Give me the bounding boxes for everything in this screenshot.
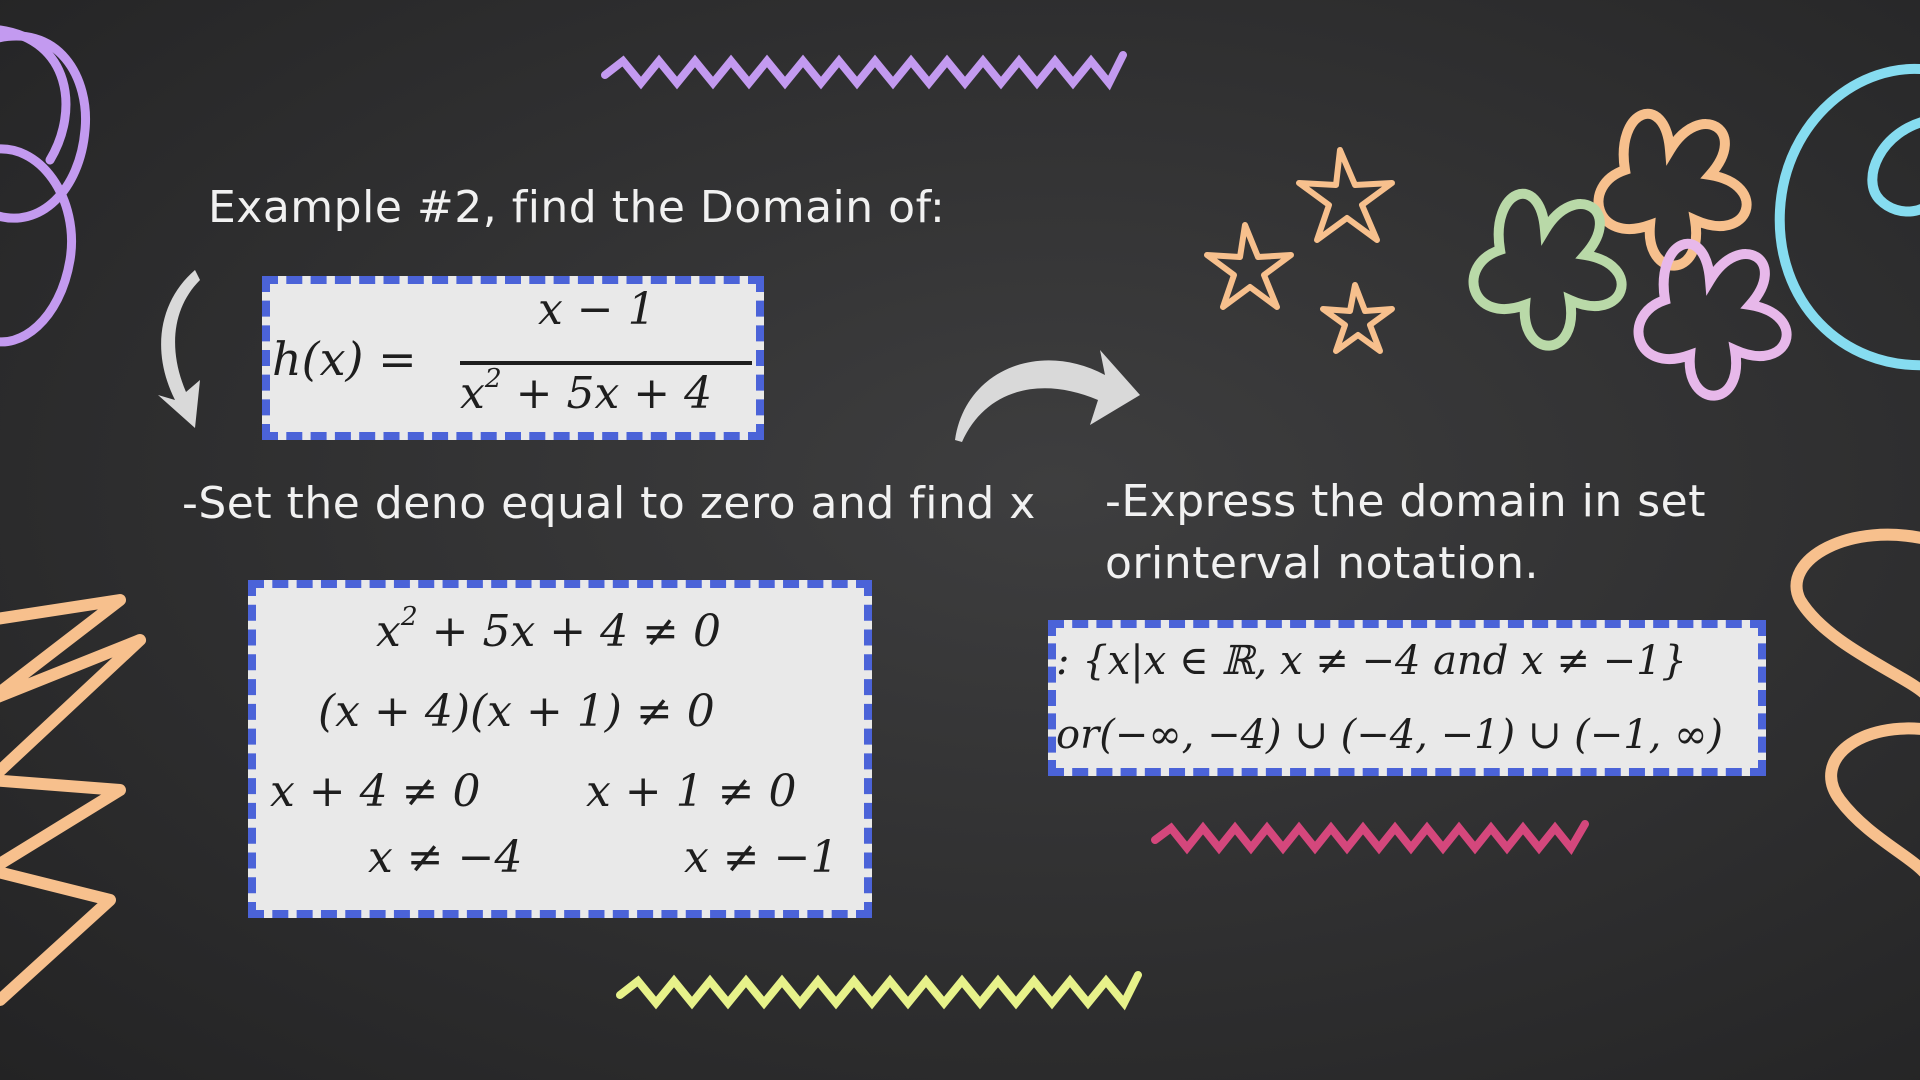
yellow-squiggle (616, 971, 1142, 1011)
fraction-bar (460, 361, 752, 365)
work-line-factored: (x + 4)(x + 1) ≠ 0 (318, 686, 715, 737)
curved-arrow-down-icon (158, 270, 200, 428)
function-numerator: x − 1 (538, 284, 656, 335)
work-line-root-two: x ≠ −1 (684, 832, 839, 883)
curved-arrow-right-icon (955, 350, 1140, 442)
star-doodles (1204, 147, 1395, 354)
magenta-squiggle (1151, 820, 1589, 856)
decorations (0, 25, 1920, 1011)
orange-loop-doodle (1790, 528, 1920, 877)
orange-zigzag (0, 594, 146, 1006)
slide: { "slide": { "heading": "Example #2, fin… (0, 0, 1920, 1080)
step-two-instruction-line1: -Express the domain in set (1105, 476, 1706, 527)
purple-loop-doodle (0, 25, 91, 347)
work-line-factor-two: x + 1 ≠ 0 (586, 766, 797, 817)
purple-squiggle (601, 51, 1127, 91)
work-box: x2 + 5x + 4 ≠ 0 (x + 4)(x + 1) ≠ 0 x + 4… (248, 580, 872, 918)
interval-notation: or(−∞, −4) ∪ (−4, −1) ∪ (−1, ∞) (1056, 712, 1724, 758)
cyan-loop-doodle (1774, 63, 1920, 371)
function-lhs: h(x) = (272, 332, 417, 386)
step-two-instruction-line2: orinterval notation. (1105, 538, 1540, 589)
work-line-factor-one: x + 4 ≠ 0 (270, 766, 481, 817)
flower-doodles (1468, 108, 1792, 401)
example-heading: Example #2, find the Domain of: (208, 182, 946, 233)
step-one-instruction: -Set the deno equal to zero and find x (182, 478, 1036, 529)
set-notation: : {x|x ∈ ℝ, x ≠ −4 and x ≠ −1} (1056, 638, 1687, 684)
work-line-root-one: x ≠ −4 (368, 832, 523, 883)
function-denominator: x2 + 5x + 4 (460, 362, 713, 419)
answer-box: : {x|x ∈ ℝ, x ≠ −4 and x ≠ −1} or(−∞, −4… (1048, 620, 1766, 776)
function-box: h(x) = x − 1 x2 + 5x + 4 (262, 276, 764, 440)
work-line-quadratic: x2 + 5x + 4 ≠ 0 (376, 600, 721, 657)
